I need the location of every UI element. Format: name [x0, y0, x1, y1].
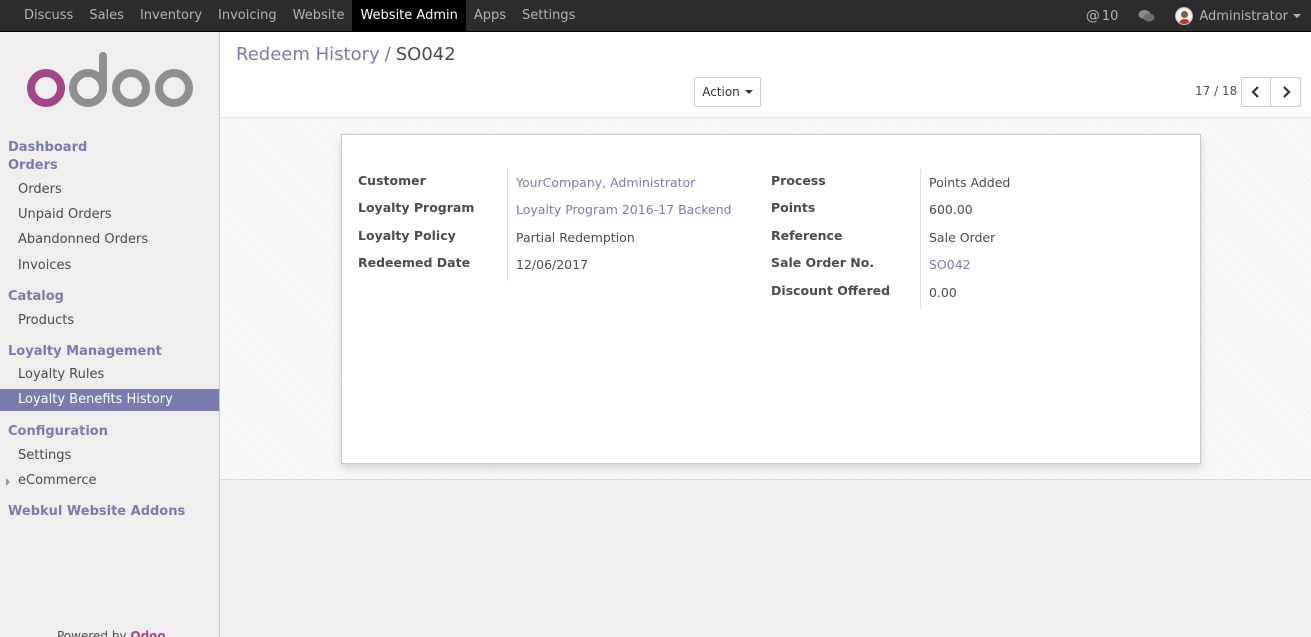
- breadcrumb-separator: /: [384, 44, 391, 65]
- field-discount-offered: 0.00: [929, 285, 957, 300]
- field-loyalty-program[interactable]: Loyalty Program 2016-17 Backend: [516, 202, 732, 217]
- at-icon: @: [1085, 8, 1100, 24]
- sidebar-item-abandoned-orders[interactable]: Abandonned Orders: [0, 229, 219, 251]
- chat-button[interactable]: [1128, 0, 1165, 32]
- form-view: Customer YourCompany, Administrator Loya…: [220, 118, 1311, 637]
- powered-by: Powered by Odoo: [57, 629, 166, 637]
- sheet-background: Customer YourCompany, Administrator Loya…: [220, 118, 1311, 480]
- sidebar-item-ecommerce[interactable]: eCommerce: [0, 470, 219, 492]
- label-points: Points: [771, 200, 816, 215]
- sidebar-item-settings[interactable]: Settings: [0, 445, 219, 467]
- pager-value[interactable]: 17 / 18: [1195, 84, 1237, 98]
- breadcrumb-current: SO042: [395, 44, 456, 65]
- control-panel: Redeem History / SO042 Action 17 / 18: [220, 32, 1311, 118]
- form-sheet: Customer YourCompany, Administrator Loya…: [341, 134, 1201, 464]
- sidebar-item-products[interactable]: Products: [0, 310, 219, 332]
- chevron-left-icon: [1251, 86, 1259, 98]
- sidebar: Dashboard Orders Orders Unpaid Orders Ab…: [0, 32, 220, 637]
- menu-invoicing[interactable]: Invoicing: [210, 0, 285, 31]
- user-name: Administrator: [1199, 8, 1288, 24]
- app-menu: Discuss Sales Inventory Invoicing Websit…: [16, 0, 583, 32]
- sidebar-section-configuration[interactable]: Configuration: [8, 424, 108, 439]
- action-label: Action: [702, 85, 740, 99]
- label-loyalty-program: Loyalty Program: [358, 200, 475, 215]
- sidebar-section-dashboard[interactable]: Dashboard: [8, 140, 87, 155]
- label-reference: Reference: [771, 228, 843, 243]
- sidebar-item-loyalty-rules[interactable]: Loyalty Rules: [0, 364, 219, 386]
- avatar: [1175, 7, 1194, 25]
- field-reference: Sale Order: [929, 230, 996, 245]
- menu-website-admin[interactable]: Website Admin: [352, 0, 466, 31]
- label-sale-order-no: Sale Order No.: [771, 255, 875, 270]
- caret-right-icon: [6, 478, 10, 486]
- chevron-down-icon: [744, 90, 753, 94]
- right-group-divider: [920, 169, 921, 309]
- systray: @ 10 Administrator: [1076, 0, 1311, 32]
- chevron-down-icon: [1293, 14, 1301, 18]
- pager-next-button[interactable]: [1271, 77, 1301, 107]
- mentions-button[interactable]: @ 10: [1076, 0, 1129, 32]
- menu-website[interactable]: Website: [285, 0, 353, 31]
- label-redeemed-date: Redeemed Date: [358, 255, 471, 270]
- odoo-logo: [27, 52, 193, 107]
- chat-bubbles-icon: [1138, 10, 1155, 22]
- left-group-divider: [507, 169, 508, 281]
- pager-buttons: [1241, 77, 1301, 107]
- breadcrumb: Redeem History / SO042: [236, 44, 456, 65]
- menu-apps[interactable]: Apps: [466, 0, 514, 31]
- field-process: Points Added: [929, 175, 1011, 190]
- mentions-count: 10: [1101, 8, 1119, 24]
- sidebar-section-loyalty[interactable]: Loyalty Management: [8, 344, 162, 359]
- label-loyalty-policy: Loyalty Policy: [358, 228, 456, 243]
- sidebar-section-orders[interactable]: Orders: [8, 158, 58, 173]
- sidebar-item-invoices[interactable]: Invoices: [0, 255, 219, 277]
- top-navbar: Discuss Sales Inventory Invoicing Websit…: [0, 0, 1311, 32]
- sidebar-item-unpaid-orders[interactable]: Unpaid Orders: [0, 204, 219, 226]
- powered-by-odoo-link[interactable]: Odoo: [130, 629, 165, 637]
- sidebar-section-catalog[interactable]: Catalog: [8, 289, 64, 304]
- menu-settings[interactable]: Settings: [514, 0, 583, 31]
- sidebar-item-loyalty-benefits-history[interactable]: Loyalty Benefits History: [0, 389, 219, 411]
- label-customer: Customer: [358, 173, 426, 188]
- user-menu[interactable]: Administrator: [1165, 0, 1311, 32]
- field-sale-order-no[interactable]: SO042: [929, 257, 971, 272]
- field-loyalty-policy: Partial Redemption: [516, 230, 635, 245]
- chevron-right-icon: [1282, 86, 1291, 98]
- field-points: 600.00: [929, 202, 973, 217]
- sidebar-item-label: eCommerce: [18, 473, 97, 488]
- breadcrumb-parent[interactable]: Redeem History: [236, 44, 380, 65]
- action-dropdown-button[interactable]: Action: [694, 77, 761, 107]
- sidebar-item-orders[interactable]: Orders: [0, 179, 219, 201]
- sidebar-section-webkul[interactable]: Webkul Website Addons: [8, 504, 185, 519]
- menu-inventory[interactable]: Inventory: [132, 0, 210, 31]
- label-process: Process: [771, 173, 826, 188]
- menu-sales[interactable]: Sales: [81, 0, 132, 31]
- powered-by-label: Powered by: [57, 629, 127, 637]
- pager-previous-button[interactable]: [1241, 77, 1271, 107]
- menu-discuss[interactable]: Discuss: [16, 0, 81, 31]
- field-redeemed-date: 12/06/2017: [516, 257, 589, 272]
- field-customer[interactable]: YourCompany, Administrator: [516, 175, 695, 190]
- label-discount-offered: Discount Offered: [771, 283, 891, 298]
